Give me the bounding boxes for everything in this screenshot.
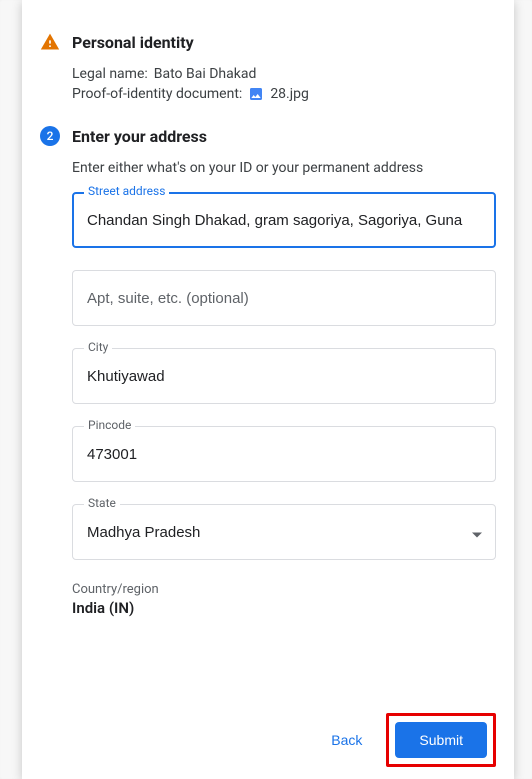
warning-icon	[40, 32, 60, 52]
city-label: City	[84, 340, 112, 354]
country-label: Country/region	[72, 582, 496, 597]
submit-button[interactable]: Submit	[395, 722, 487, 758]
section1-header: Personal identity	[40, 32, 496, 52]
section2-body: Enter either what's on your ID or your p…	[40, 160, 496, 617]
street-field-wrap: Street address	[72, 192, 496, 248]
pincode-field-wrap: Pincode	[72, 426, 496, 482]
proof-file-name: 28.jpg	[270, 86, 309, 102]
country-block: Country/region India (IN)	[72, 582, 496, 617]
pincode-input[interactable]	[72, 426, 496, 482]
legal-name-value: Bato Bai Dhakad	[154, 66, 257, 82]
state-field-wrap: State	[72, 504, 496, 560]
back-button[interactable]: Back	[315, 724, 378, 756]
section1-title: Personal identity	[72, 33, 194, 52]
street-input[interactable]	[72, 192, 496, 248]
legal-name-row: Legal name: Bato Bai Dhakad	[72, 66, 496, 82]
section2-title: Enter your address	[72, 127, 207, 146]
pincode-label: Pincode	[84, 418, 135, 432]
state-label: State	[84, 496, 120, 510]
city-field-wrap: City	[72, 348, 496, 404]
proof-row: Proof-of-identity document: 28.jpg	[72, 86, 496, 102]
state-select[interactable]	[72, 504, 496, 560]
city-input[interactable]	[72, 348, 496, 404]
apt-field-wrap	[72, 270, 496, 326]
street-label: Street address	[84, 184, 169, 198]
legal-name-label: Legal name:	[72, 66, 148, 82]
submit-highlight-box: Submit	[386, 713, 496, 767]
country-value: India (IN)	[72, 599, 496, 617]
section1-body: Legal name: Bato Bai Dhakad Proof-of-ide…	[40, 66, 496, 106]
address-modal: Personal identity Legal name: Bato Bai D…	[22, 0, 514, 779]
image-file-icon	[248, 86, 264, 102]
step-2-badge: 2	[40, 126, 60, 146]
proof-label: Proof-of-identity document:	[72, 86, 242, 102]
modal-footer: Back Submit	[40, 713, 496, 767]
section2-header: 2 Enter your address	[40, 126, 496, 146]
address-hint: Enter either what's on your ID or your p…	[72, 160, 496, 176]
apt-input[interactable]	[72, 270, 496, 326]
